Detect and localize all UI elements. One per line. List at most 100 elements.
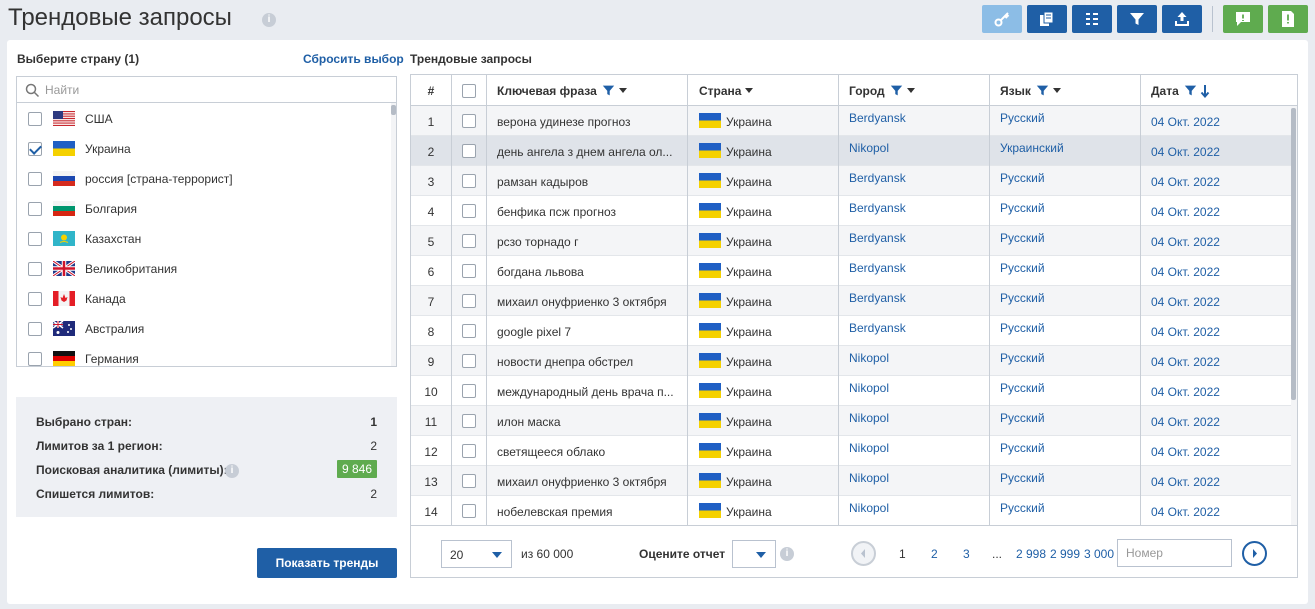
info-icon[interactable]: i — [225, 464, 239, 478]
row-city-link[interactable]: Nikopol — [849, 411, 889, 425]
filter-icon[interactable] — [1036, 84, 1049, 97]
table-row[interactable]: 10 международный день врача п... Украина Ni… — [411, 376, 1291, 406]
row-date-link[interactable]: 04 Окт. 2022 — [1151, 145, 1220, 159]
page-2998[interactable]: 2 998 — [1016, 547, 1046, 561]
checkbox[interactable] — [28, 172, 42, 186]
col-header-phrase[interactable]: Ключевая фраза — [497, 75, 627, 106]
checkbox-checked[interactable] — [28, 142, 42, 156]
row-date-link[interactable]: 04 Окт. 2022 — [1151, 505, 1220, 519]
row-date-link[interactable]: 04 Окт. 2022 — [1151, 115, 1220, 129]
filter-button[interactable] — [1117, 5, 1157, 33]
row-language-link[interactable]: Русский — [1000, 231, 1045, 245]
country-item-australia[interactable]: Австралия — [17, 313, 391, 343]
sort-caret-icon[interactable] — [618, 88, 627, 93]
next-page-button[interactable] — [1242, 541, 1267, 566]
country-item-kazakhstan[interactable]: Казахстан — [17, 223, 391, 253]
row-date-link[interactable]: 04 Окт. 2022 — [1151, 235, 1220, 249]
list-scroll-thumb[interactable] — [391, 105, 396, 115]
row-date-link[interactable]: 04 Окт. 2022 — [1151, 355, 1220, 369]
show-trends-button[interactable]: Показать тренды — [257, 548, 397, 578]
sort-desc-icon[interactable] — [1200, 84, 1210, 98]
row-language-link[interactable]: Русский — [1000, 411, 1045, 425]
row-city-link[interactable]: Berdyansk — [849, 111, 906, 125]
row-language-link[interactable]: Русский — [1000, 351, 1045, 365]
table-row[interactable]: 14 нобелевская премия Украина Nikopol Русски… — [411, 496, 1291, 526]
list-scrollbar[interactable] — [391, 103, 396, 366]
country-item-usa[interactable]: США — [17, 103, 391, 133]
row-checkbox[interactable] — [462, 264, 476, 278]
page-2[interactable]: 2 — [931, 547, 938, 561]
row-language-link[interactable]: Русский — [1000, 381, 1045, 395]
table-row[interactable]: 1 верона удинезе прогноз Украина Berdyansk Р… — [411, 106, 1291, 136]
row-city-link[interactable]: Berdyansk — [849, 201, 906, 215]
row-language-link[interactable]: Русский — [1000, 171, 1045, 185]
row-checkbox[interactable] — [462, 324, 476, 338]
row-date-link[interactable]: 04 Окт. 2022 — [1151, 445, 1220, 459]
row-language-link[interactable]: Русский — [1000, 291, 1045, 305]
row-checkbox[interactable] — [462, 204, 476, 218]
row-language-link[interactable]: Русский — [1000, 471, 1045, 485]
row-checkbox[interactable] — [462, 474, 476, 488]
rate-report-select[interactable] — [732, 540, 776, 568]
table-row[interactable]: 6 богдана львова Украина Berdyansk Русский 04… — [411, 256, 1291, 286]
checkbox[interactable] — [28, 322, 42, 336]
checkbox[interactable] — [28, 352, 42, 366]
row-city-link[interactable]: Berdyansk — [849, 261, 906, 275]
checkbox[interactable] — [28, 292, 42, 306]
country-item-canada[interactable]: Канада — [17, 283, 391, 313]
select-all-checkbox[interactable] — [462, 84, 476, 98]
page-number-input[interactable] — [1117, 539, 1232, 567]
columns-button[interactable] — [1072, 5, 1112, 33]
row-checkbox[interactable] — [462, 384, 476, 398]
row-checkbox[interactable] — [462, 144, 476, 158]
row-language-link[interactable]: Русский — [1000, 501, 1045, 515]
col-header-city[interactable]: Город — [849, 75, 915, 106]
checkbox[interactable] — [28, 202, 42, 216]
row-city-link[interactable]: Nikopol — [849, 141, 889, 155]
page-3[interactable]: 3 — [963, 547, 970, 561]
row-language-link[interactable]: Русский — [1000, 441, 1045, 455]
row-date-link[interactable]: 04 Окт. 2022 — [1151, 385, 1220, 399]
row-city-link[interactable]: Nikopol — [849, 351, 889, 365]
filter-icon[interactable] — [602, 84, 615, 97]
feedback-button[interactable] — [1223, 5, 1263, 33]
row-city-link[interactable]: Berdyansk — [849, 171, 906, 185]
row-checkbox[interactable] — [462, 414, 476, 428]
row-date-link[interactable]: 04 Окт. 2022 — [1151, 415, 1220, 429]
col-header-country[interactable]: Страна — [699, 75, 754, 106]
row-language-link[interactable]: Русский — [1000, 111, 1045, 125]
row-city-link[interactable]: Berdyansk — [849, 321, 906, 335]
table-row[interactable]: 13 михаил онуфриенко 3 октября Украина Niko… — [411, 466, 1291, 496]
checkbox[interactable] — [28, 262, 42, 276]
export-button[interactable] — [1162, 5, 1202, 33]
table-row[interactable]: 8 google pixel 7 Украина Berdyansk Русский 04… — [411, 316, 1291, 346]
country-item-germany[interactable]: Германия — [17, 343, 391, 366]
row-date-link[interactable]: 04 Окт. 2022 — [1151, 295, 1220, 309]
sort-caret-icon[interactable] — [906, 88, 915, 93]
filter-icon[interactable] — [1184, 84, 1197, 97]
table-row[interactable]: 9 новости днепра обстрел Украина Nikopol Рус… — [411, 346, 1291, 376]
row-city-link[interactable]: Nikopol — [849, 381, 889, 395]
row-checkbox[interactable] — [462, 294, 476, 308]
table-row[interactable]: 3 рамзан кадыров Украина Berdyansk Русский 04… — [411, 166, 1291, 196]
row-language-link[interactable]: Русский — [1000, 321, 1045, 335]
filter-icon[interactable] — [890, 84, 903, 97]
table-row[interactable]: 4 бенфика псж прогноз Украина Berdyansk Русс… — [411, 196, 1291, 226]
row-date-link[interactable]: 04 Окт. 2022 — [1151, 175, 1220, 189]
row-checkbox[interactable] — [462, 174, 476, 188]
search-input[interactable] — [45, 80, 385, 100]
country-item-uk[interactable]: Великобритания — [17, 253, 391, 283]
report-issue-button[interactable] — [1268, 5, 1308, 33]
row-date-link[interactable]: 04 Окт. 2022 — [1151, 265, 1220, 279]
country-item-russia[interactable]: россия [страна-террорист] — [17, 163, 391, 193]
table-scroll-thumb[interactable] — [1291, 108, 1296, 400]
info-icon[interactable]: i — [262, 13, 276, 27]
row-city-link[interactable]: Berdyansk — [849, 231, 906, 245]
page-1[interactable]: 1 — [899, 547, 906, 561]
row-date-link[interactable]: 04 Окт. 2022 — [1151, 205, 1220, 219]
table-row[interactable]: 11 илон маска Украина Nikopol Русский 04 Окт.… — [411, 406, 1291, 436]
country-item-ukraine[interactable]: Украина — [17, 133, 391, 163]
row-language-link[interactable]: Украинский — [1000, 141, 1064, 155]
info-icon[interactable]: i — [780, 547, 794, 561]
table-row[interactable]: 5 рсзо торнадо г Украина Berdyansk Русский 04… — [411, 226, 1291, 256]
